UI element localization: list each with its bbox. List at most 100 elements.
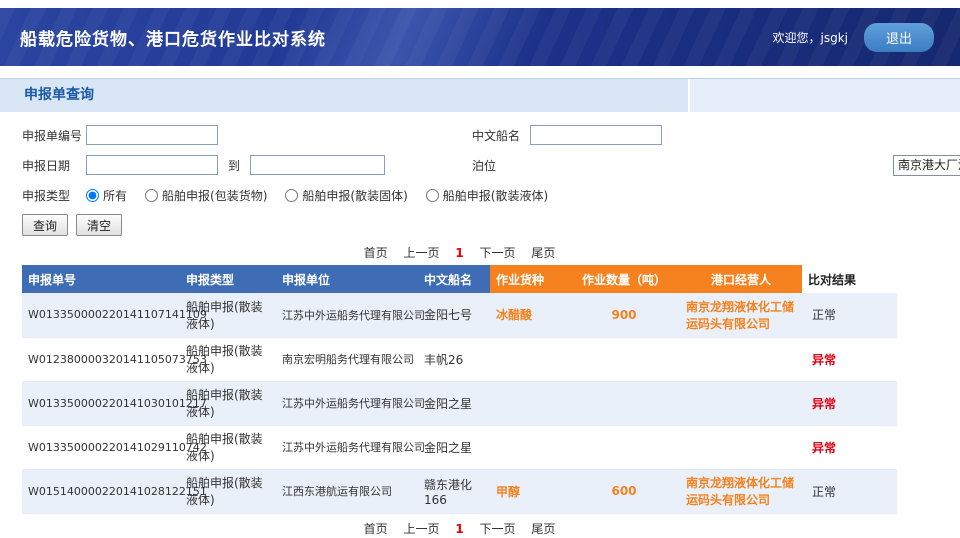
header-cargo-type: 作业货种 [490, 265, 568, 293]
header-ship-name: 中文船名 [418, 265, 490, 293]
section-header: 申报单查询 [0, 78, 960, 112]
radio-bulk-solid[interactable]: 船舶申报(散装固体) [285, 187, 407, 204]
header-right: 欢迎您，jsgkj 退出 [772, 23, 960, 52]
cell-compare-result: 正常 [802, 293, 897, 337]
cell-declaration-no: W013350000220141107141109 [22, 293, 180, 337]
cell-compare-result: 异常 [802, 425, 897, 469]
pagination-next[interactable]: 下一页 [480, 522, 516, 536]
form-buttons: 查询 清空 [22, 214, 960, 236]
radio-bulk-solid-label: 船舶申报(散装固体) [302, 187, 407, 204]
table-row[interactable]: W015140000220141028122151 船舶申报(散装液体) 江西东… [22, 469, 897, 513]
date-to-input[interactable] [250, 155, 385, 175]
cell-declaration-unit: 江苏中外运船务代理有限公司 [276, 381, 418, 425]
cell-cargo-type [490, 381, 568, 425]
pagination-top: 首页 上一页 1 下一页 尾页 [22, 244, 897, 261]
cell-declaration-type: 船舶申报(散装液体) [180, 337, 276, 381]
radio-bulk-liquid[interactable]: 船舶申报(散装液体) [426, 187, 548, 204]
query-form: 申报单编号 中文船名 申报日期 到 泊位 南京港大厂港区龙翔液体化工储运1号码头… [0, 112, 960, 236]
radio-bulk-liquid-input[interactable] [426, 189, 439, 202]
declaration-no-input[interactable] [86, 125, 218, 145]
cell-ship-name: 金阳七号 [418, 293, 490, 337]
pagination-last[interactable]: 尾页 [531, 246, 555, 260]
pagination-next[interactable]: 下一页 [480, 246, 516, 260]
ship-name-input[interactable] [530, 125, 662, 145]
table-row[interactable]: W012380000320141105073753 船舶申报(散装液体) 南京宏… [22, 337, 897, 381]
pagination-last[interactable]: 尾页 [531, 522, 555, 536]
cell-port-operator [680, 381, 802, 425]
radio-packaged-goods[interactable]: 船舶申报(包装货物) [145, 187, 267, 204]
cell-declaration-no: W012380000320141105073753 [22, 337, 180, 381]
radio-packaged-goods-input[interactable] [145, 189, 158, 202]
declaration-date-label: 申报日期 [22, 157, 86, 174]
cell-compare-result: 异常 [802, 337, 897, 381]
ship-name-label: 中文船名 [472, 127, 536, 144]
radio-all-label: 所有 [103, 187, 127, 204]
cell-cargo-type [490, 337, 568, 381]
declaration-type-label: 申报类型 [22, 187, 86, 204]
header-declaration-type: 申报类型 [180, 265, 276, 293]
cell-declaration-unit: 江苏中外运船务代理有限公司 [276, 293, 418, 337]
header-declaration-no: 申报单号 [22, 265, 180, 293]
cell-declaration-type: 船舶申报(散装液体) [180, 381, 276, 425]
clear-button[interactable]: 清空 [76, 214, 122, 236]
form-row-2: 申报日期 到 泊位 南京港大厂港区龙翔液体化工储运1号码头 ▼ [22, 150, 960, 180]
page-title: 申报单查询 [0, 79, 94, 112]
cell-quantity [568, 381, 680, 425]
declaration-type-radios: 所有 船舶申报(包装货物) 船舶申报(散装固体) 船舶申报(散装液体) [86, 187, 548, 204]
pagination-current-page: 1 [455, 246, 463, 260]
radio-bulk-liquid-label: 船舶申报(散装液体) [443, 187, 548, 204]
cell-cargo-type: 甲醇 [490, 469, 568, 513]
header-quantity: 作业数量（吨） [568, 265, 680, 293]
table-body: W013350000220141107141109 船舶申报(散装液体) 江苏中… [22, 293, 897, 513]
header-declaration-unit: 申报单位 [276, 265, 418, 293]
cell-declaration-unit: 南京宏明船务代理有限公司 [276, 337, 418, 381]
berth-label: 泊位 [472, 157, 536, 174]
cell-ship-name: 赣东港化166 [418, 469, 490, 513]
declaration-no-label: 申报单编号 [22, 127, 86, 144]
cell-port-operator: 南京龙翔液体化工储运码头有限公司 [680, 469, 802, 513]
section-header-right [688, 79, 960, 112]
header-compare-result: 比对结果 [802, 265, 897, 293]
pagination-current-page: 1 [455, 522, 463, 536]
cell-compare-result: 正常 [802, 469, 897, 513]
table-row[interactable]: W013350000220141107141109 船舶申报(散装液体) 江苏中… [22, 293, 897, 337]
table-row[interactable]: W013350000220141030101217 船舶申报(散装液体) 江苏中… [22, 381, 897, 425]
results-table: 申报单号 申报类型 申报单位 中文船名 作业货种 作业数量（吨） 港口经营人 比… [22, 265, 897, 514]
cell-cargo-type: 冰醋酸 [490, 293, 568, 337]
pagination-bottom: 首页 上一页 1 下一页 尾页 [22, 520, 897, 537]
form-row-3: 申报类型 所有 船舶申报(包装货物) 船舶申报(散装固体) 船舶申报(散装液体) [22, 180, 960, 210]
cell-port-operator [680, 337, 802, 381]
cell-port-operator: 南京龙翔液体化工储运码头有限公司 [680, 293, 802, 337]
cell-compare-result: 异常 [802, 381, 897, 425]
cell-quantity [568, 337, 680, 381]
table-header-row: 申报单号 申报类型 申报单位 中文船名 作业货种 作业数量（吨） 港口经营人 比… [22, 265, 897, 293]
berth-select-value: 南京港大厂港区龙翔液体化工储运1号码头 [894, 156, 960, 175]
radio-all[interactable]: 所有 [86, 187, 127, 204]
pagination-prev[interactable]: 上一页 [403, 246, 439, 260]
form-row-1: 申报单编号 中文船名 [22, 120, 960, 150]
pagination-prev[interactable]: 上一页 [403, 522, 439, 536]
radio-all-input[interactable] [86, 189, 99, 202]
logout-button[interactable]: 退出 [864, 23, 934, 52]
app-header: 船载危险货物、港口危货作业比对系统 欢迎您，jsgkj 退出 [0, 8, 960, 66]
query-button[interactable]: 查询 [22, 214, 68, 236]
header-port-operator: 港口经营人 [680, 265, 802, 293]
cell-ship-name: 丰帆26 [418, 337, 490, 381]
date-to-label: 到 [228, 157, 240, 174]
cell-port-operator [680, 425, 802, 469]
radio-bulk-solid-input[interactable] [285, 189, 298, 202]
berth-select[interactable]: 南京港大厂港区龙翔液体化工储运1号码头 ▼ [893, 155, 960, 176]
cell-declaration-type: 船舶申报(散装液体) [180, 293, 276, 337]
table-row[interactable]: W013350000220141029110742 船舶申报(散装液体) 江苏中… [22, 425, 897, 469]
welcome-text: 欢迎您，jsgkj [772, 29, 848, 46]
app-title: 船载危险货物、港口危货作业比对系统 [0, 25, 326, 50]
cell-declaration-no: W013350000220141029110742 [22, 425, 180, 469]
cell-cargo-type [490, 425, 568, 469]
cell-declaration-unit: 江苏中外运船务代理有限公司 [276, 425, 418, 469]
cell-ship-name: 金阳之星 [418, 381, 490, 425]
radio-packaged-goods-label: 船舶申报(包装货物) [162, 187, 267, 204]
pagination-first[interactable]: 首页 [364, 522, 388, 536]
date-from-input[interactable] [86, 155, 218, 175]
pagination-first[interactable]: 首页 [364, 246, 388, 260]
cell-declaration-unit: 江西东港航运有限公司 [276, 469, 418, 513]
